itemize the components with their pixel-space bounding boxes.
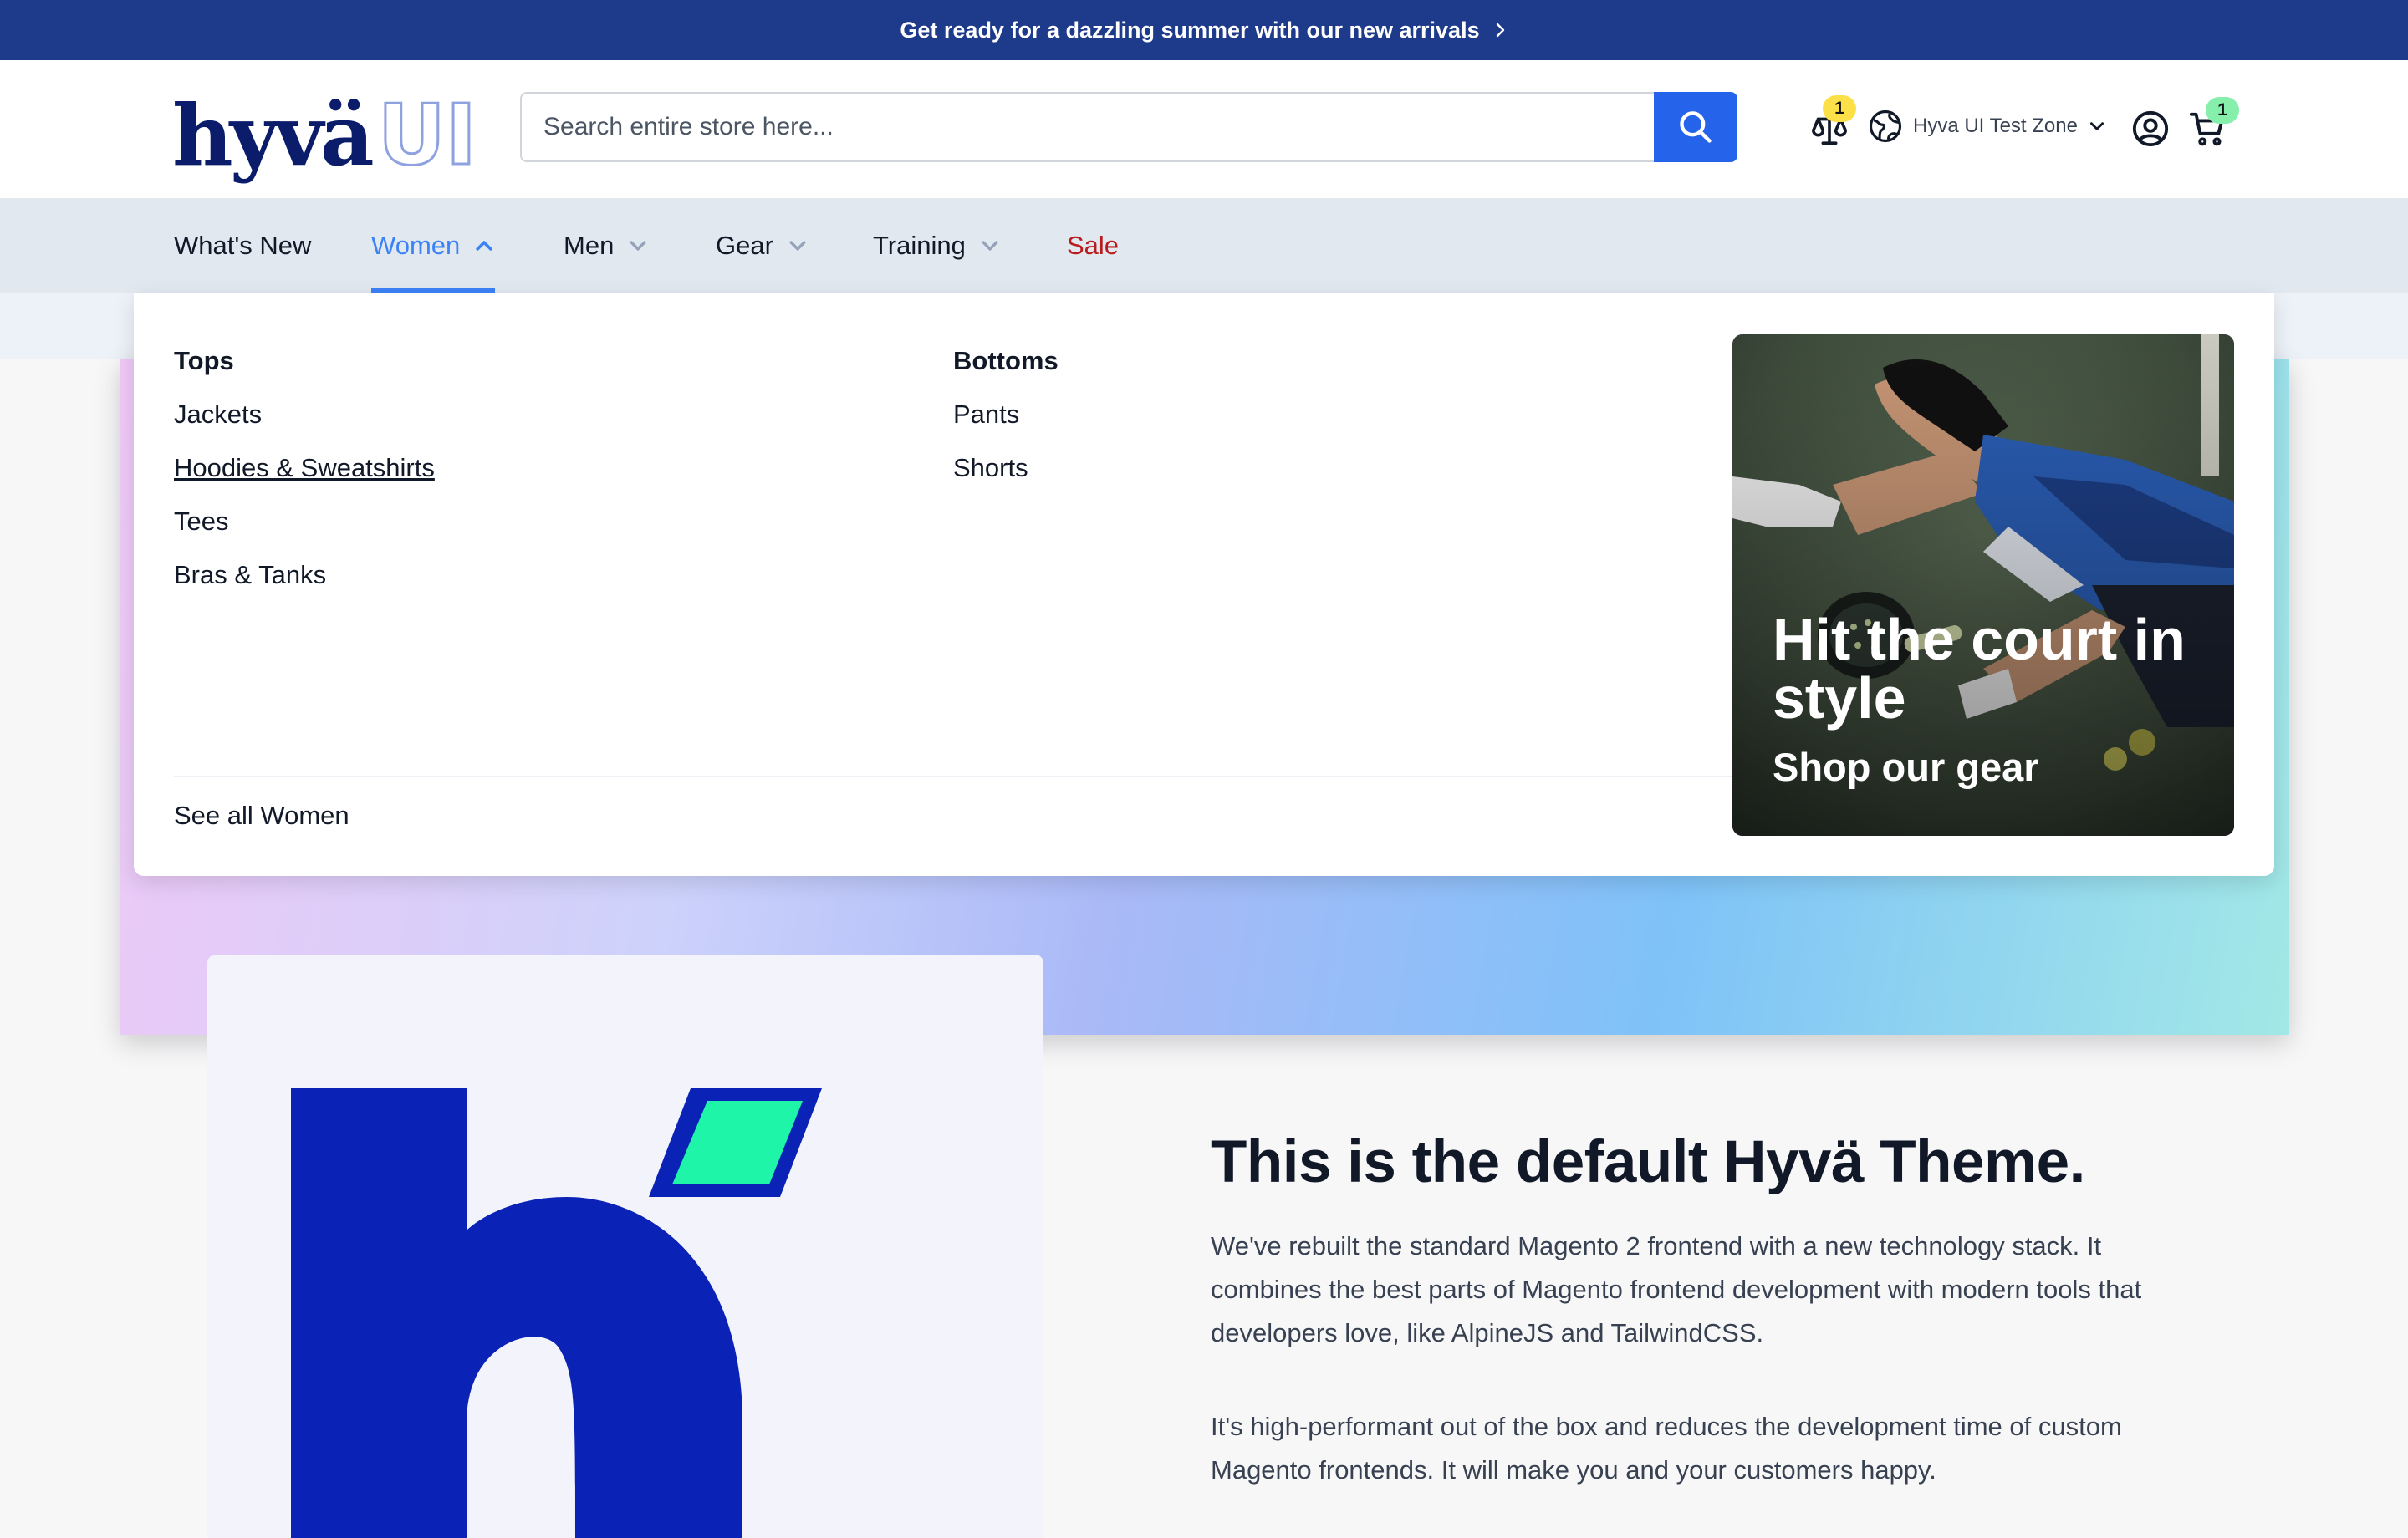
- logo-wordmark: hyvä: [172, 86, 375, 185]
- menu-link-jackets[interactable]: Jackets: [174, 400, 435, 429]
- menu-column-tops: Tops Jackets Hoodies & Sweatshirts Tees …: [174, 346, 435, 614]
- promo-subtitle: Shop our gear: [1773, 745, 2039, 789]
- nav-item-label: Training: [873, 231, 966, 260]
- women-mega-menu: Tops Jackets Hoodies & Sweatshirts Tees …: [134, 293, 2274, 876]
- compare-count-badge: 1: [1823, 95, 1856, 122]
- compare-button[interactable]: 1: [1806, 95, 1856, 152]
- intro-paragraph: We've rebuilt the standard Magento 2 fro…: [1211, 1231, 2142, 1347]
- user-icon: [2132, 110, 2169, 147]
- cart-button[interactable]: 1: [2186, 97, 2239, 150]
- menu-link-hoodies-sweatshirts[interactable]: Hoodies & Sweatshirts: [174, 453, 435, 482]
- menu-link-bras-tanks[interactable]: Bras & Tanks: [174, 560, 435, 589]
- chevron-up-icon: [476, 241, 492, 251]
- menu-link-shorts[interactable]: Shorts: [953, 453, 1059, 482]
- site-logo[interactable]: hyvä UI: [172, 85, 478, 185]
- chevron-down-icon: [2089, 122, 2104, 130]
- search-button[interactable]: [1654, 92, 1737, 162]
- search-bar: [520, 92, 1737, 162]
- intro-paragraph: It's high-performant out of the box and …: [1211, 1412, 2122, 1485]
- menu-column-title[interactable]: Tops: [174, 346, 435, 376]
- menu-column-title[interactable]: Bottoms: [953, 346, 1059, 376]
- chevron-down-icon: [789, 241, 806, 251]
- store-name: Hyva UI Test Zone: [1913, 115, 2078, 137]
- promo-banner[interactable]: Hit the court in style Shop our gear: [1732, 334, 2234, 836]
- promo-title: Hit the court in style: [1773, 607, 2186, 731]
- menu-column-bottoms: Bottoms Pants Shorts: [953, 346, 1059, 507]
- menu-link-tees[interactable]: Tees: [174, 507, 435, 536]
- nav-item-label: What's New: [174, 231, 312, 260]
- nav-item-label: Men: [564, 231, 615, 260]
- nav-item-label: Sale: [1067, 231, 1120, 260]
- announcement-text: Get ready for a dazzling summer with our…: [900, 17, 1480, 43]
- nav-item-training[interactable]: Training: [873, 199, 1001, 293]
- nav-item-label: Women: [371, 231, 461, 260]
- site-header: hyvä UI 1 Hyva UI Test Zone 1: [0, 60, 2408, 199]
- main-navigation: What's New Women Men Gear Training Sale: [0, 199, 2408, 293]
- nav-item-women[interactable]: Women: [371, 199, 496, 293]
- globe-icon: [1869, 109, 1902, 143]
- account-button[interactable]: [2129, 107, 2172, 150]
- intro-content: This is the default Hyvä Theme. We've re…: [1211, 1128, 2214, 1538]
- hyva-logo-card: [207, 955, 1043, 1538]
- nav-item-gear[interactable]: Gear: [716, 199, 809, 293]
- nav-item-men[interactable]: Men: [564, 199, 649, 293]
- announcement-bar[interactable]: Get ready for a dazzling summer with our…: [0, 0, 2408, 60]
- chevron-down-icon: [630, 241, 646, 251]
- search-icon: [1680, 111, 1712, 143]
- search-input[interactable]: [520, 92, 1654, 162]
- page-heading: This is the default Hyvä Theme.: [1211, 1129, 2085, 1195]
- store-switcher[interactable]: Hyva UI Test Zone: [1868, 109, 2106, 144]
- chevron-right-icon: [1496, 23, 1504, 38]
- nav-item-sale[interactable]: Sale: [1067, 199, 1119, 293]
- nav-item-label: Gear: [716, 231, 773, 260]
- nav-item-whats-new[interactable]: What's New: [174, 199, 311, 293]
- see-all-women-link[interactable]: See all Women: [174, 801, 349, 831]
- chevron-down-icon: [982, 241, 998, 251]
- cart-count-badge: 1: [2206, 97, 2239, 124]
- menu-link-pants[interactable]: Pants: [953, 400, 1059, 429]
- logo-ui-mark: UI: [376, 86, 477, 184]
- menu-divider: [174, 776, 1813, 777]
- hyva-brand-mark: [258, 1088, 822, 1538]
